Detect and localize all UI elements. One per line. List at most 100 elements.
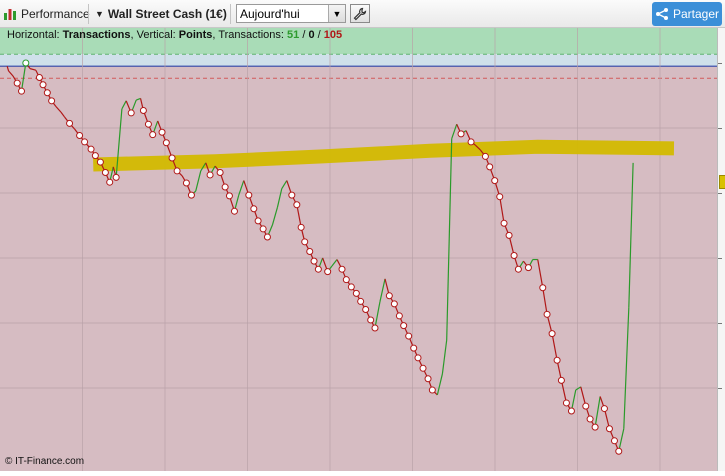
loss-marker: [505, 231, 513, 239]
loss-marker: [352, 289, 360, 297]
chevron-down-icon[interactable]: ▼: [328, 5, 345, 22]
dropdown-arrow-icon: ▼: [95, 9, 104, 19]
loss-marker: [230, 207, 238, 215]
copyright: © IT-Finance.com: [5, 456, 85, 467]
vertical-prefix: , Vertical:: [130, 29, 179, 41]
performance-icon: [4, 9, 16, 20]
instrument-selector[interactable]: ▼ Wall Street Cash (1€): [95, 5, 227, 23]
loss-marker: [424, 375, 432, 383]
loss-marker: [158, 128, 166, 136]
loss-marker: [245, 191, 253, 199]
loss-marker: [514, 265, 522, 273]
loss-marker: [405, 332, 413, 340]
toolbar-separator: [230, 4, 231, 24]
share-icon: [655, 8, 668, 20]
scale-tick: [718, 388, 722, 389]
loss-marker: [35, 73, 43, 81]
loss-marker: [206, 171, 214, 179]
performance-chart: [0, 28, 725, 471]
loss-marker: [182, 179, 190, 187]
losses-count: 105: [323, 29, 343, 41]
period-select[interactable]: Aujourd'hui ▼: [236, 4, 346, 23]
loss-marker: [400, 322, 408, 330]
instrument-name: Wall Street Cash (1€): [107, 7, 227, 21]
loss-marker: [615, 447, 623, 455]
scale-tick: [718, 258, 722, 259]
loss-marker: [144, 120, 152, 128]
performance-label: Performance: [21, 7, 90, 21]
loss-marker: [18, 87, 26, 95]
loss-zone: [0, 66, 717, 471]
settings-button[interactable]: [350, 4, 370, 23]
loss-marker: [414, 354, 422, 362]
loss-marker: [324, 268, 332, 276]
neutral-zone: [0, 54, 717, 67]
loss-marker: [553, 356, 561, 364]
loss-marker: [250, 205, 258, 213]
loss-marker: [342, 276, 350, 284]
loss-marker: [457, 130, 465, 138]
toolbar-separator: [88, 4, 89, 24]
scale-tick: [718, 63, 722, 64]
wins-count: 51: [287, 29, 300, 41]
loss-marker: [310, 257, 318, 265]
loss-marker: [168, 154, 176, 162]
loss-marker: [338, 265, 346, 273]
loss-marker: [562, 399, 570, 407]
loss-marker: [582, 402, 590, 410]
loss-marker: [567, 407, 575, 415]
loss-marker: [539, 284, 547, 292]
loss-marker: [101, 169, 109, 177]
performance-button[interactable]: Performance: [3, 5, 90, 23]
period-value: Aujourd'hui: [240, 7, 300, 21]
loss-marker: [510, 252, 518, 260]
loss-marker: [548, 330, 556, 338]
loss-marker: [254, 217, 262, 225]
share-label: Partager: [672, 7, 720, 21]
loss-marker: [43, 89, 51, 97]
loss-marker: [543, 310, 551, 318]
loss-marker: [301, 238, 309, 246]
loss-marker: [225, 192, 233, 200]
loss-marker: [162, 139, 170, 147]
loss-marker: [362, 305, 370, 313]
loss-marker: [491, 177, 499, 185]
loss-marker: [87, 145, 95, 153]
loss-marker: [385, 292, 393, 300]
loss-marker: [187, 191, 195, 199]
share-button[interactable]: Partager: [652, 2, 722, 26]
loss-marker: [139, 107, 147, 115]
loss-marker: [367, 316, 375, 324]
horizontal-value: Transactions: [62, 29, 131, 41]
scale-tick: [718, 193, 722, 194]
loss-marker: [106, 178, 114, 186]
loss-marker: [91, 152, 99, 160]
loss-marker: [347, 283, 355, 291]
loss-marker: [96, 158, 104, 166]
loss-marker: [428, 386, 436, 394]
loss-marker: [605, 425, 613, 433]
loss-marker: [500, 219, 508, 227]
loss-marker: [173, 167, 181, 175]
horizontal-prefix: Horizontal:: [7, 29, 63, 41]
loss-marker: [395, 312, 403, 320]
transactions-prefix: , Transactions:: [212, 29, 288, 41]
loss-marker: [76, 131, 84, 139]
loss-marker: [263, 233, 271, 241]
chart-canvas: [0, 28, 717, 471]
right-scale[interactable]: [717, 28, 725, 471]
gain-marker: [22, 59, 30, 67]
loss-marker: [288, 191, 296, 199]
loss-marker: [297, 223, 305, 231]
loss-marker: [306, 247, 314, 255]
loss-marker: [13, 79, 21, 87]
loss-marker: [357, 297, 365, 305]
vertical-value: Points: [178, 29, 213, 41]
loss-marker: [419, 364, 427, 372]
loss-marker: [586, 415, 594, 423]
loss-marker: [149, 131, 157, 139]
scale-tick: [718, 323, 722, 324]
loss-marker: [39, 81, 47, 89]
loss-marker: [496, 193, 504, 201]
loss-marker: [481, 152, 489, 160]
